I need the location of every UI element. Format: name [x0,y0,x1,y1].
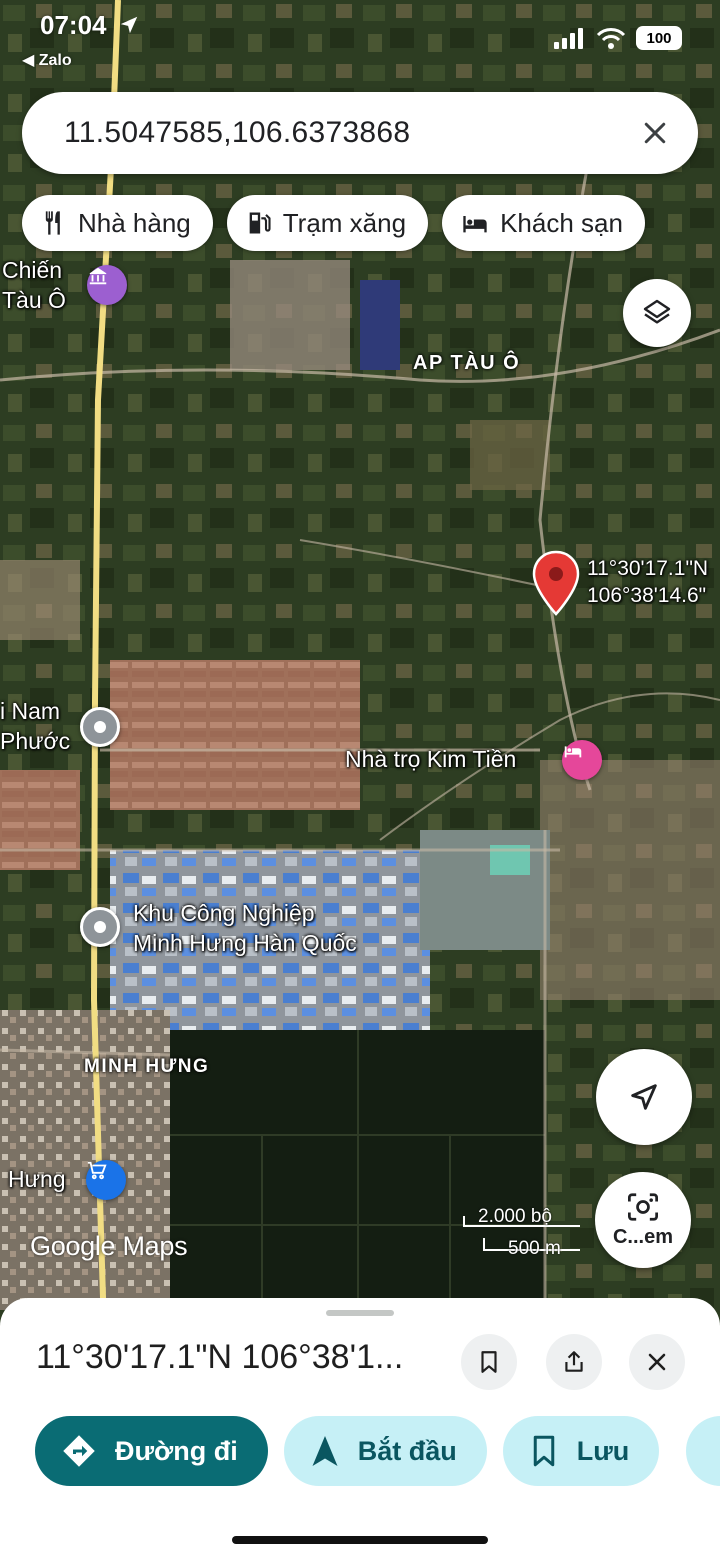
chip-restaurants[interactable]: Nhà hàng [22,195,213,251]
camera-lens-icon [628,1192,658,1221]
chien-tau-o-label: Chiến Tàu Ô [2,257,66,313]
wifi-icon [596,28,626,49]
save-bookmark-button[interactable] [461,1334,517,1390]
back-to-zalo-link[interactable]: ◀ Zalo [22,50,72,70]
chip-hotels[interactable]: Khách sạn [442,195,645,251]
nam-phuoc-label: i Nam Phước [0,698,71,754]
camera-button-label: C...em [612,1225,674,1248]
museum-poi-icon[interactable] [87,265,127,305]
industrial-park-poi-icon[interactable] [80,907,120,947]
search-query[interactable]: 11.5047585,106.6373868 [64,116,640,150]
close-sheet-button[interactable] [629,1334,685,1390]
navigation-arrow-outline-icon [631,1084,657,1110]
save-button[interactable]: Lưu [502,1416,660,1486]
status-bar: 07:04 ◀ Zalo 100 [0,0,720,80]
sheet-drag-handle[interactable] [326,1310,394,1316]
kcn-minh-hung-label: Khu Công Nghiệp Minh Hưng Hàn Quốc [133,900,357,956]
battery-indicator: 100 [636,26,682,50]
share-button[interactable] [546,1334,602,1390]
location-arrow-icon [120,16,137,34]
hotel-icon [463,216,487,233]
place-title: 11°30'17.1"N 106°38'1... [36,1338,404,1376]
my-location-button[interactable] [596,1049,692,1145]
category-chips: Nhà hàng Trạm xăng Khách sạn [22,195,645,251]
more-actions-peek[interactable] [686,1416,720,1486]
directions-button[interactable]: Đường đi [35,1416,268,1486]
start-navigation-button[interactable]: Bắt đầu [283,1416,487,1486]
action-buttons: Đường đi Bắt đầu Lưu [35,1416,660,1486]
search-bar[interactable]: 11.5047585,106.6373868 [22,92,698,174]
place-poi-icon[interactable] [80,707,120,747]
signal-icon [554,28,583,49]
ap-tau-o-label: AP TÀU Ô [413,352,521,374]
share-icon [565,1351,583,1372]
pin-coordinates-label: 11°30'17.1"N 106°38'14.6" [587,557,709,608]
directions-icon [63,1435,95,1467]
bookmark-outline-icon [481,1351,497,1373]
camera-search-button[interactable]: C...em [595,1172,691,1268]
place-bottom-sheet[interactable]: 11°30'17.1"N 106°38'1... Đường đi Bắt đầ… [0,1298,720,1559]
chip-gas-stations[interactable]: Trạm xăng [226,195,429,251]
clock: 07:04 [40,10,140,41]
navigation-arrow-icon [312,1436,338,1466]
shopping-poi-icon[interactable] [86,1160,126,1200]
close-icon [648,1353,666,1371]
hotel-poi-icon[interactable] [562,740,602,780]
layers-icon [643,299,671,324]
bookmark-icon [533,1435,554,1467]
map-layers-button[interactable] [623,279,691,347]
gas-station-icon [249,212,271,234]
home-indicator [232,1536,488,1544]
google-maps-logo: Google Maps [30,1231,188,1261]
nha-tro-kim-tien-label: Nhà trọ Kim Tiền [345,746,517,772]
hung-shop-label: Hưng [8,1166,66,1192]
clear-search-icon[interactable] [640,118,670,148]
minh-hung-area-label: MINH HƯNG [84,1056,210,1077]
restaurant-icon [45,211,60,235]
